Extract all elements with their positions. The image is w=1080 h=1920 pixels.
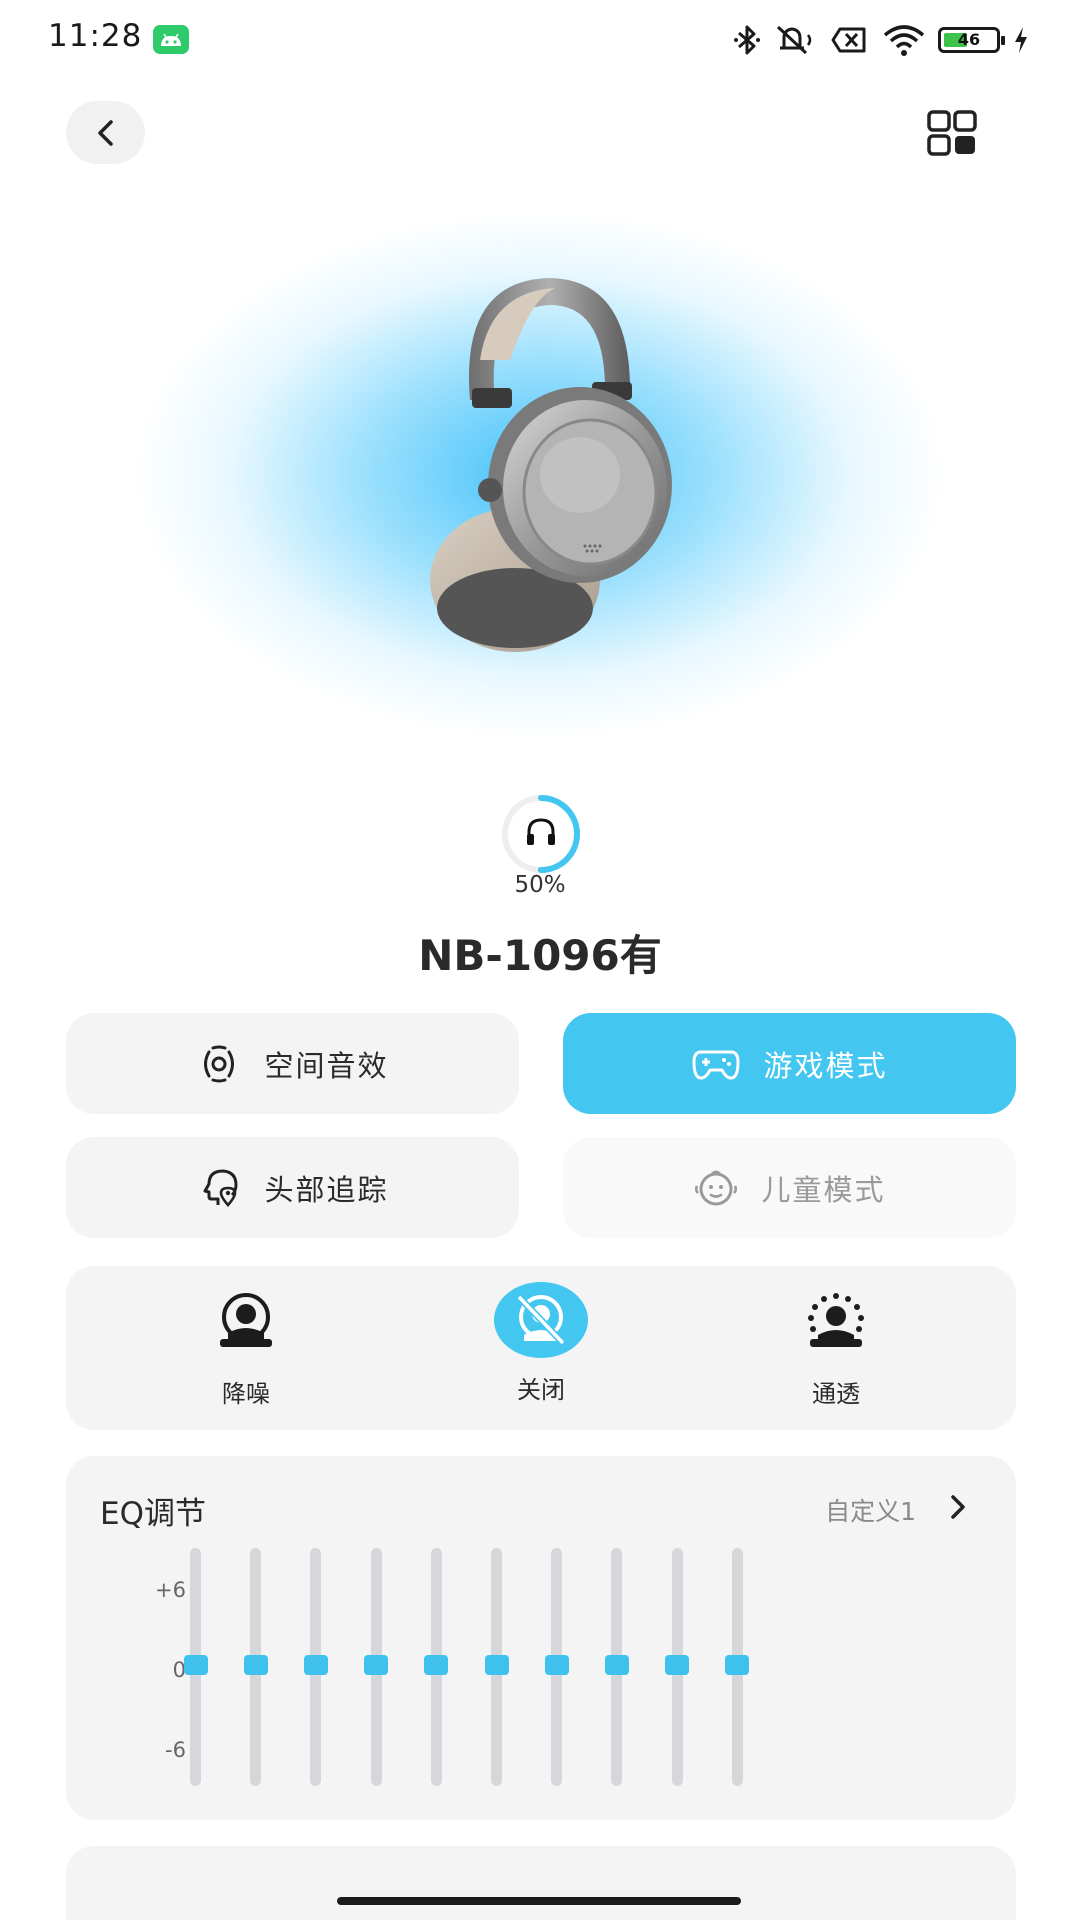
eq-band-thumb[interactable] <box>725 1655 750 1675</box>
gamepad-icon <box>692 1050 740 1079</box>
charging-icon <box>1015 27 1027 53</box>
bottom-card <box>66 1846 1016 1920</box>
back-button[interactable] <box>66 101 145 164</box>
sim-error-icon <box>831 27 866 53</box>
game-mode-button[interactable]: 游戏模式 <box>563 1013 1016 1114</box>
anc-option-transparency[interactable]: 通透 <box>776 1282 896 1422</box>
eq-band-thumb[interactable] <box>484 1655 509 1675</box>
bluetooth-icon <box>734 25 760 55</box>
android-icon <box>153 25 189 54</box>
chevron-left-icon <box>97 119 113 146</box>
eq-band-thumb[interactable] <box>243 1655 268 1675</box>
mode-label: 游戏模式 <box>763 1048 888 1083</box>
battery-percent: 50% <box>514 872 566 898</box>
anc-panel: 降噪 关闭 通透 <box>66 1266 1016 1430</box>
mode-label: 空间音效 <box>264 1048 389 1083</box>
child-mode-button[interactable]: 儿童模式 <box>563 1137 1016 1238</box>
anc-label: 降噪 <box>222 1380 270 1408</box>
noise-cancel-icon <box>200 1282 292 1362</box>
grid-menu-icon <box>927 110 977 156</box>
mode-label: 儿童模式 <box>761 1172 886 1207</box>
mode-label: 头部追踪 <box>264 1172 389 1207</box>
grid-menu-button[interactable] <box>925 108 981 158</box>
anc-label: 通透 <box>812 1380 860 1408</box>
eq-band-thumb[interactable] <box>604 1655 629 1675</box>
home-indicator[interactable] <box>337 1897 741 1905</box>
transparency-icon <box>790 1282 882 1362</box>
device-name: NB-1096有 <box>418 931 662 980</box>
eq-band-thumb[interactable] <box>544 1655 569 1675</box>
silent-icon <box>776 25 812 55</box>
head-tracking-button[interactable]: 头部追踪 <box>66 1137 519 1238</box>
child-face-icon <box>695 1170 738 1205</box>
battery-level: 46 <box>957 30 981 49</box>
wifi-icon <box>883 25 925 56</box>
anc-off-icon <box>494 1282 588 1358</box>
eq-band-thumb[interactable] <box>183 1655 208 1675</box>
eq-sliders <box>66 1456 1016 1820</box>
eq-band-thumb[interactable] <box>424 1655 449 1675</box>
head-tracking-icon <box>203 1169 238 1207</box>
status-time: 11:28 <box>48 18 143 54</box>
eq-band-thumb[interactable] <box>303 1655 328 1675</box>
headphone-image <box>430 278 672 652</box>
eq-band-thumb[interactable] <box>364 1655 389 1675</box>
spatial-audio-icon <box>204 1045 235 1082</box>
anc-label: 关闭 <box>517 1376 565 1404</box>
status-bar: 11:28 46 <box>0 0 1080 80</box>
eq-band-thumb[interactable] <box>665 1655 690 1675</box>
anc-option-off[interactable]: 关闭 <box>481 1282 601 1422</box>
battery-icon: 46 <box>938 27 1005 53</box>
battery-ring <box>502 795 580 873</box>
spatial-audio-button[interactable]: 空间音效 <box>66 1013 519 1114</box>
anc-option-noise-cancel[interactable]: 降噪 <box>186 1282 306 1422</box>
eq-panel: EQ调节 自定义1 +6 0 -6 <box>66 1456 1016 1820</box>
